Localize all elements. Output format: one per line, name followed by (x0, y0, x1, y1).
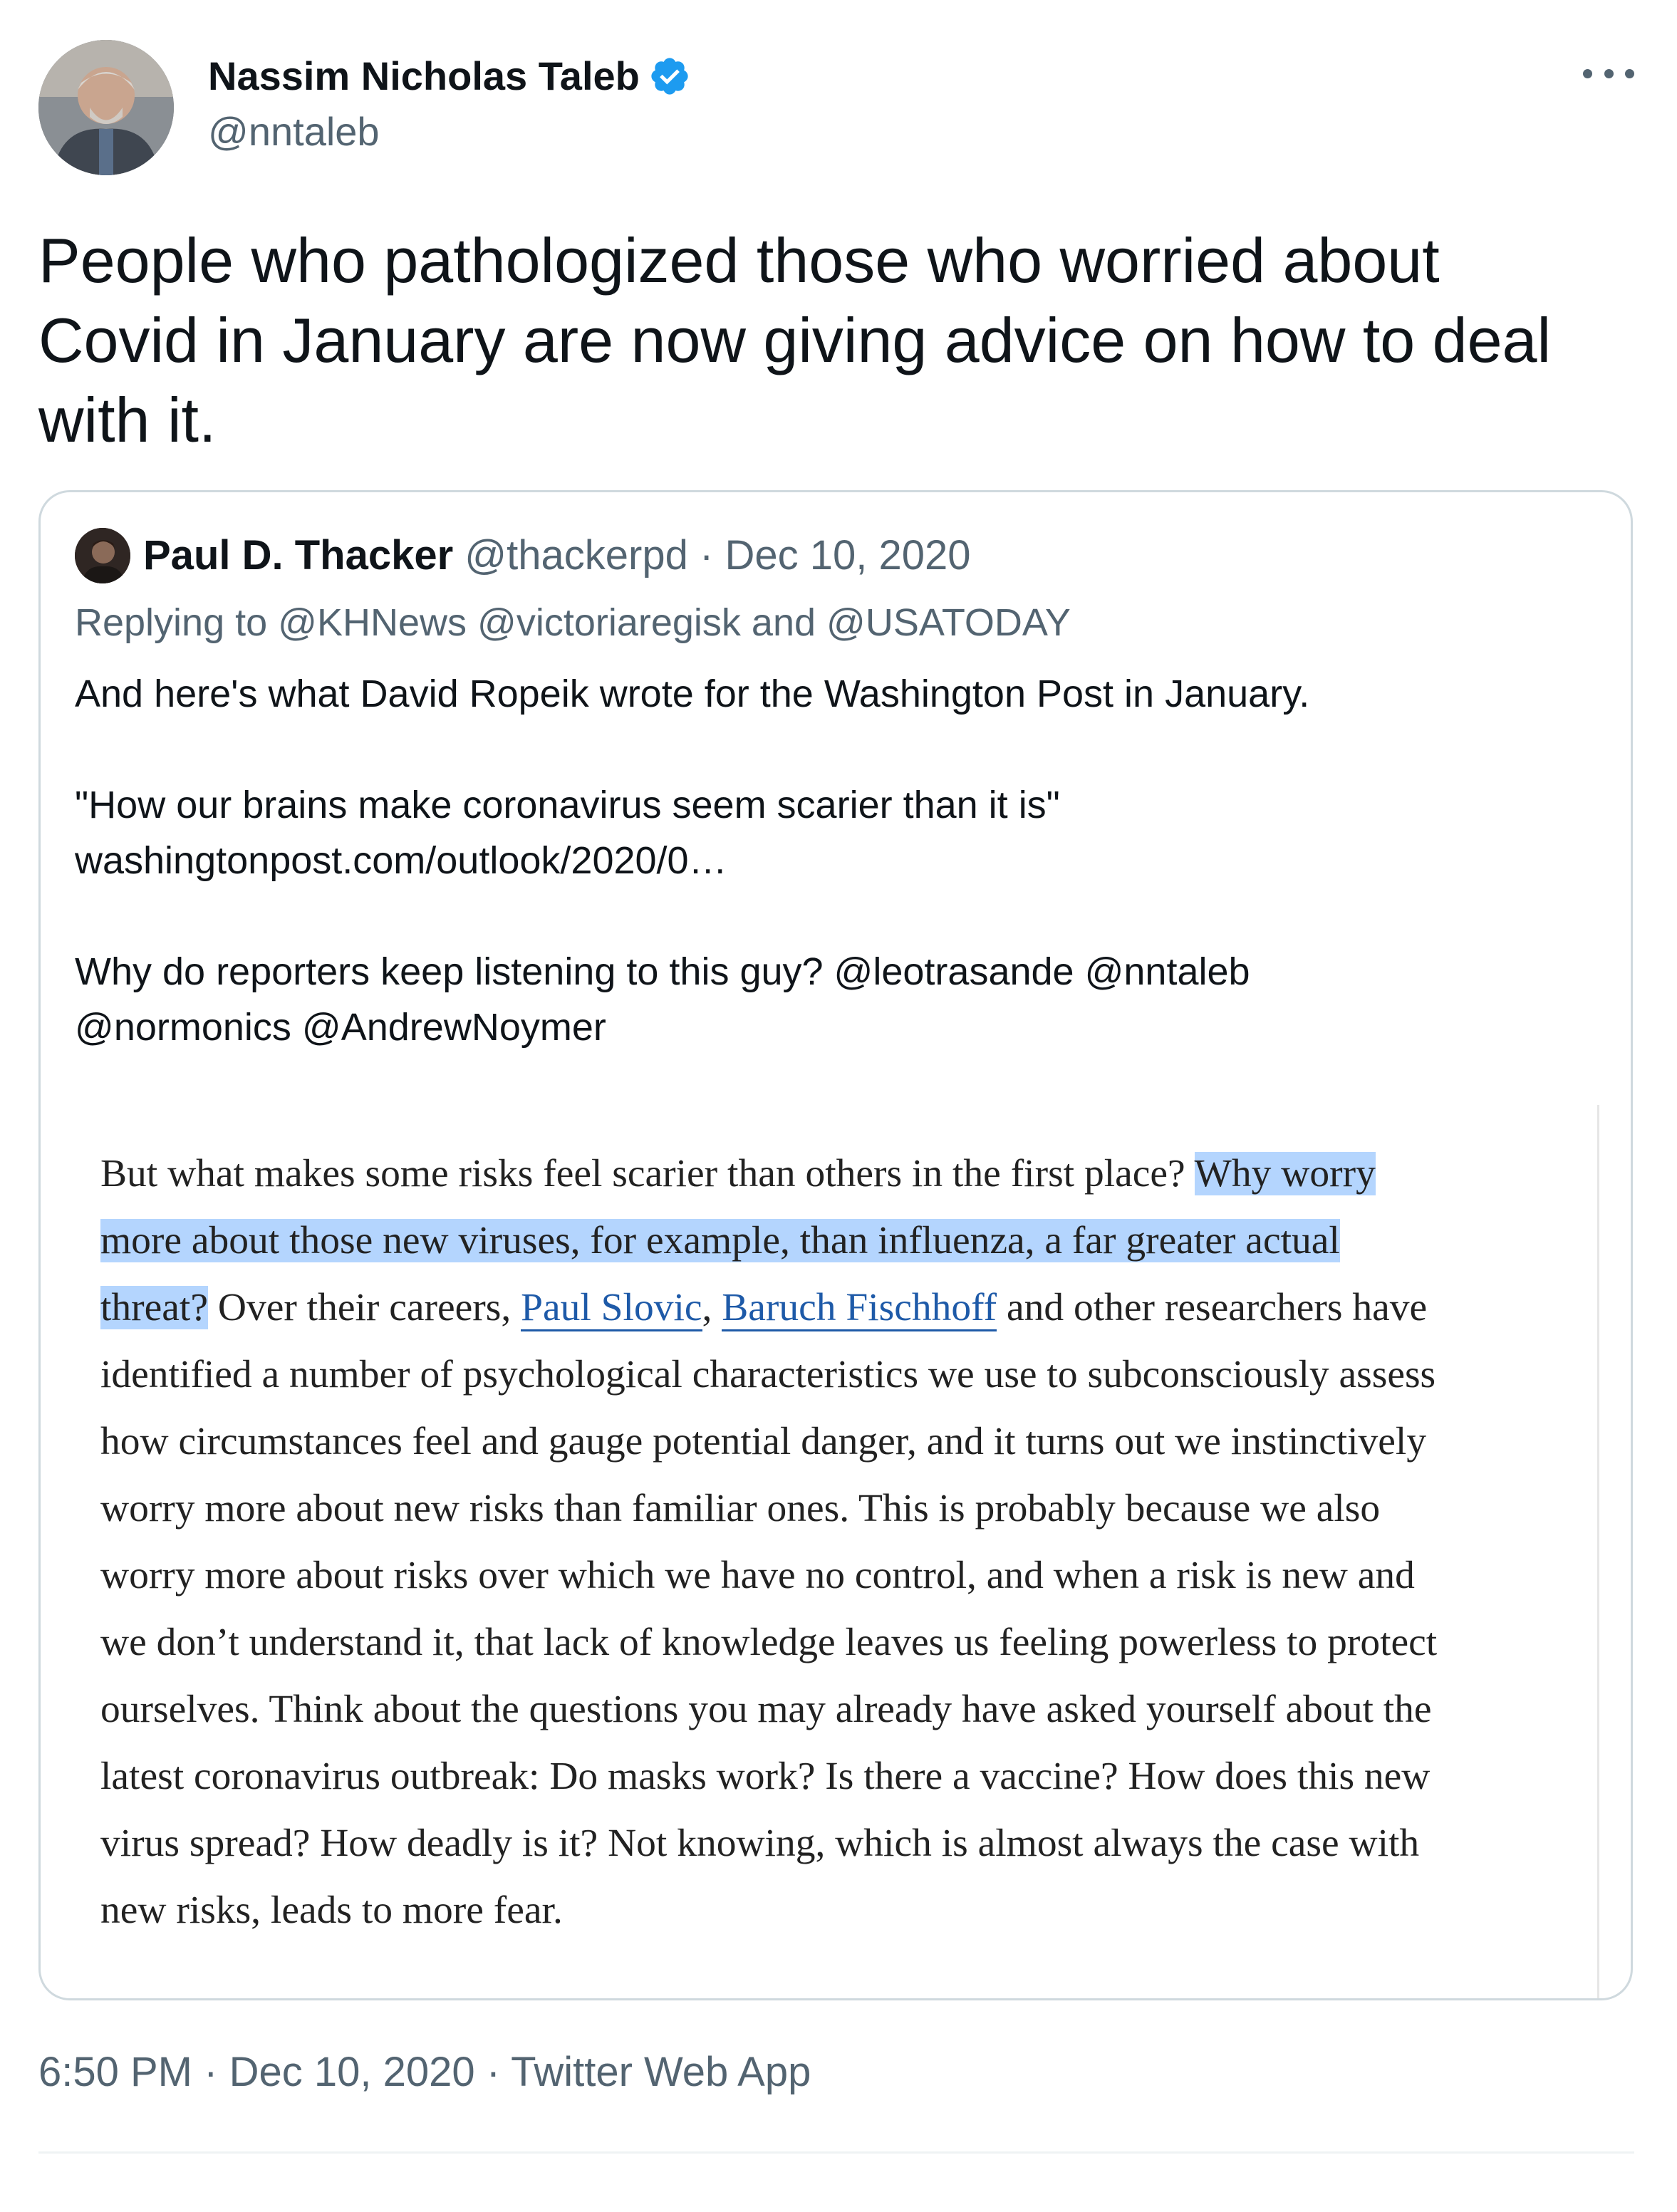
quoted-tweet[interactable]: Paul D. Thacker @thackerpd · Dec 10, 202… (38, 490, 1633, 2000)
quoted-author-name[interactable]: Paul D. Thacker (143, 532, 453, 578)
article-link-fischhoff: Baruch Fischhoff (722, 1286, 997, 1331)
separator: · (486, 2049, 501, 2095)
quoted-author-avatar[interactable] (75, 528, 130, 583)
quoted-line: @normonics @AndrewNoymer (75, 1006, 606, 1049)
tweet-meta: 6:50 PM · Dec 10, 2020 · Twitter Web App (38, 2046, 811, 2099)
author-avatar[interactable] (38, 40, 174, 175)
article-line: new risks, leads to more fear. (100, 1889, 563, 1932)
tweet-text: People who pathologized those who worrie… (38, 221, 1649, 460)
tweet-date[interactable]: Dec 10, 2020 (229, 2049, 475, 2095)
author-name[interactable]: Nassim Nicholas Taleb (208, 51, 691, 101)
article-line: latest coronavirus outbreak: Do masks wo… (100, 1755, 1431, 1798)
article-screenshot[interactable]: But what makes some risks feel scarier t… (75, 1105, 1599, 1998)
quoted-line: "How our brains make coronavirus seem sc… (75, 784, 1060, 826)
tweet-time[interactable]: 6:50 PM (38, 2049, 192, 2095)
more-options-icon[interactable] (1583, 56, 1634, 91)
highlighted-text: more about those new viruses, for exampl… (100, 1219, 1340, 1262)
more-dot (1625, 68, 1634, 78)
tweet-text-line: People who pathologized those who worrie… (38, 225, 1440, 296)
tweet-source: Twitter Web App (511, 2049, 811, 2095)
article-line: more about those new viruses, for exampl… (100, 1208, 1568, 1274)
tweet-text-line: Covid in January are now giving advice o… (38, 305, 1552, 375)
article-line: worry more about new risks than familiar… (100, 1487, 1381, 1530)
quoted-header: Paul D. Thacker @thackerpd · Dec 10, 202… (143, 529, 971, 582)
article-line: identified a number of psychological cha… (100, 1353, 1436, 1396)
quoted-body: And here's what David Ropeik wrote for t… (75, 666, 1599, 1055)
highlighted-text: threat? (100, 1286, 208, 1329)
author-name-text[interactable]: Nassim Nicholas Taleb (208, 51, 640, 101)
more-dot (1604, 68, 1614, 78)
verified-badge-icon (651, 58, 688, 95)
divider (38, 2151, 1634, 2154)
tweet-text-line: with it. (38, 385, 217, 455)
more-dot (1583, 68, 1592, 78)
author-handle[interactable]: @nntaleb (208, 107, 380, 157)
replying-to: Replying to @KHNews @victoriaregisk and … (75, 601, 1071, 644)
separator: · (204, 2049, 218, 2095)
article-link-slovic: Paul Slovic (521, 1286, 702, 1331)
article-line: But what makes some risks feel scarier t… (100, 1152, 1376, 1195)
quoted-line: And here's what David Ropeik wrote for t… (75, 673, 1310, 715)
article-line: we don’t understand it, that lack of kno… (100, 1621, 1438, 1664)
article-line: worry more about risks over which we hav… (100, 1554, 1415, 1597)
article-line: threat? Over their careers, Paul Slovic,… (100, 1274, 1568, 1341)
article-line: how circumstances feel and gauge potenti… (100, 1420, 1427, 1463)
separator: · (700, 532, 714, 578)
quoted-line: Why do reporters keep listening to this … (75, 950, 1250, 993)
quoted-link[interactable]: washingtonpost.com/outlook/2020/0… (75, 833, 1599, 888)
quoted-author-handle[interactable]: @thackerpd (464, 532, 688, 578)
quoted-date[interactable]: Dec 10, 2020 (725, 532, 970, 578)
article-text: But what makes some risks feel scarier t… (100, 1141, 1568, 1944)
article-line: ourselves. Think about the questions you… (100, 1688, 1432, 1731)
article-line: virus spread? How deadly is it? Not know… (100, 1822, 1420, 1865)
tweet: Nassim Nicholas Taleb @nntaleb People wh… (0, 0, 1677, 2212)
highlighted-text: Why worry (1194, 1152, 1376, 1195)
